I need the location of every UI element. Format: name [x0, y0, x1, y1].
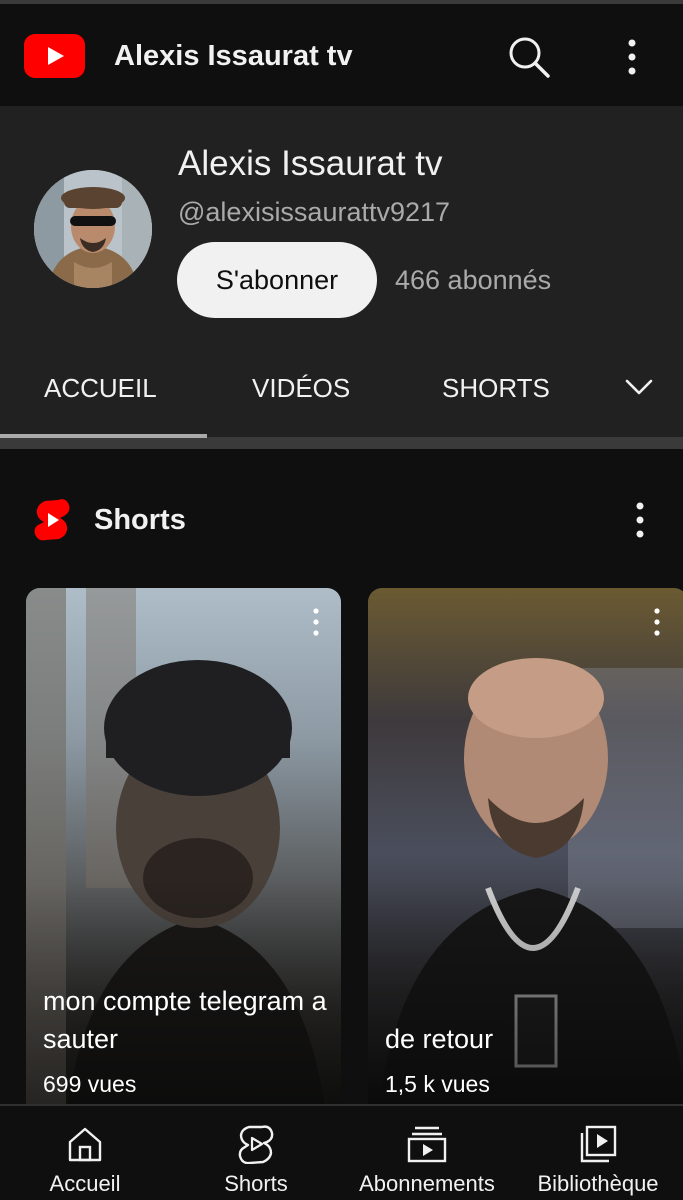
subscribe-button[interactable]: S'abonner — [177, 242, 377, 318]
subscriber-count: 466 abonnés — [395, 265, 552, 295]
short-card[interactable]: de retour 1,5 k vues — [368, 588, 683, 1118]
shorts-icon — [33, 498, 71, 542]
nav-label: Shorts — [224, 1171, 288, 1196]
search-icon[interactable] — [506, 34, 552, 80]
nav-item-abonnements[interactable]: Abonnements — [342, 1106, 512, 1200]
channel-name: Alexis Issaurat tv — [178, 144, 443, 183]
bottom-navigation: Accueil Shorts Abonnements Bibliothèque — [0, 1104, 683, 1200]
channel-header: Alexis Issaurat tv @alexisissaurattv9217… — [0, 106, 683, 449]
tab-accueil[interactable]: ACCUEIL — [44, 366, 157, 410]
library-icon — [578, 1124, 618, 1164]
more-vertical-icon[interactable] — [307, 606, 325, 638]
tab-rail — [0, 437, 683, 449]
avatar[interactable] — [34, 170, 152, 288]
short-views: 1,5 k vues — [385, 1071, 490, 1097]
more-vertical-icon[interactable] — [612, 34, 652, 80]
youtube-logo-icon[interactable] — [24, 34, 85, 78]
short-title: de retour — [385, 1024, 494, 1054]
nav-label: Abonnements — [359, 1171, 495, 1196]
youtube-channel-page: Alexis Issaurat tv Alexis Issaurat tv @a… — [0, 0, 683, 1200]
home-icon — [65, 1124, 105, 1164]
top-app-bar: Alexis Issaurat tv — [0, 0, 683, 106]
tab-shorts[interactable]: SHORTS — [442, 366, 550, 410]
tab-selected-indicator — [0, 434, 207, 438]
nav-label: Bibliothèque — [537, 1171, 659, 1196]
nav-item-shorts[interactable]: Shorts — [196, 1106, 316, 1200]
chevron-down-icon[interactable] — [622, 370, 656, 404]
nav-item-bibliotheque[interactable]: Bibliothèque — [525, 1106, 671, 1200]
tab-videos[interactable]: VIDÉOS — [252, 366, 350, 410]
shorts-heading: Shorts — [94, 504, 186, 536]
nav-item-accueil[interactable]: Accueil — [25, 1106, 145, 1200]
shorts-shelf: Shorts mon compte telegram a sauter 699 … — [0, 450, 683, 1118]
channel-handle: @alexisissaurattv9217 — [178, 197, 451, 227]
short-views: 699 vues — [43, 1071, 137, 1097]
more-vertical-icon[interactable] — [625, 500, 655, 540]
short-title: mon compte telegram a sauter — [43, 986, 327, 1054]
channel-title: Alexis Issaurat tv — [114, 40, 353, 72]
subscriptions-icon — [407, 1124, 447, 1164]
short-card[interactable]: mon compte telegram a sauter 699 vues — [26, 588, 341, 1118]
nav-label: Accueil — [49, 1171, 121, 1196]
more-vertical-icon[interactable] — [648, 606, 666, 638]
shorts-icon — [236, 1124, 276, 1164]
